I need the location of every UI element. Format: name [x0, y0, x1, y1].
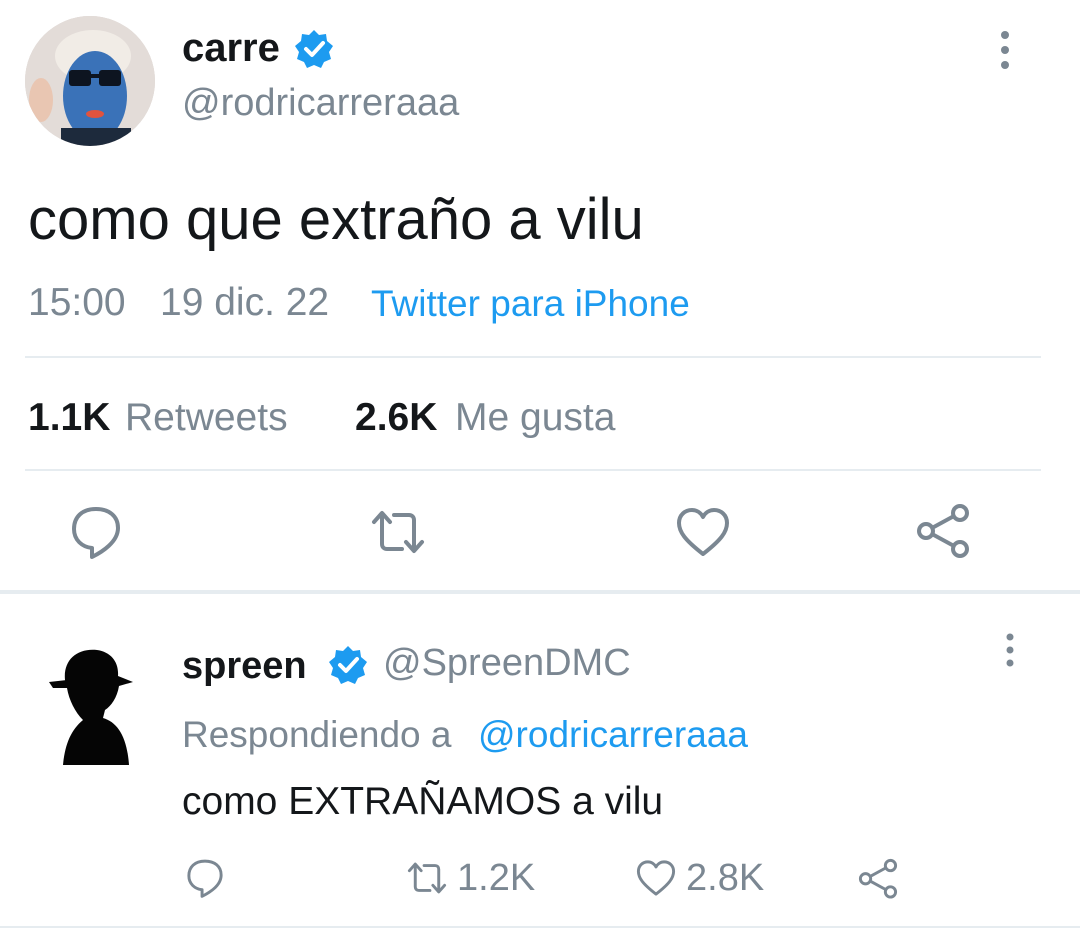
more-options-icon[interactable]: [995, 630, 1025, 670]
reply-retweets-count: 1.2K: [457, 856, 536, 899]
divider: [25, 469, 1041, 471]
retweet-icon[interactable]: [368, 502, 428, 562]
reply-likes-count: 2.8K: [686, 856, 765, 899]
divider: [0, 926, 1080, 928]
section-separator: [0, 590, 1080, 594]
main-avatar[interactable]: [25, 16, 155, 146]
verified-badge-icon: [294, 29, 334, 69]
retweet-icon: [407, 862, 447, 894]
more-options-icon[interactable]: [990, 28, 1020, 72]
likes-label[interactable]: Me gusta: [455, 396, 615, 440]
share-icon[interactable]: [913, 500, 973, 560]
tweet-text: como que extraño a vilu: [28, 187, 644, 252]
reply-display-name[interactable]: spreen: [182, 645, 307, 688]
like-icon: [636, 860, 676, 896]
reply-user-handle[interactable]: @SpreenDMC: [383, 642, 631, 685]
reply-avatar[interactable]: [45, 640, 140, 765]
reply-icon[interactable]: [66, 502, 126, 562]
replying-to-label: Respondiendo a: [182, 714, 452, 755]
verified-badge-icon: [328, 645, 368, 685]
divider: [25, 356, 1041, 358]
tweet-date: 19 dic. 22: [160, 281, 330, 324]
reply-text: como EXTRAÑAMOS a vilu: [182, 780, 664, 823]
replying-to-handle-link[interactable]: @rodricarreraaa: [478, 714, 748, 756]
retweets-label[interactable]: Retweets: [125, 396, 288, 440]
like-icon[interactable]: [673, 502, 733, 562]
retweets-count[interactable]: 1.1K: [28, 396, 110, 440]
display-name[interactable]: carre: [182, 26, 280, 71]
reply-share-button[interactable]: [856, 856, 900, 900]
reply-reply-button[interactable]: [183, 856, 227, 900]
tweet-time: 15:00: [28, 281, 126, 324]
reply-icon: [187, 859, 223, 898]
tweet-source-link[interactable]: Twitter para iPhone: [371, 283, 690, 325]
reply-like-button[interactable]: 2.8K: [634, 856, 764, 900]
user-handle[interactable]: @rodricarreraaa: [182, 82, 459, 125]
reply-retweet-button[interactable]: 1.2K: [405, 856, 535, 900]
share-icon: [858, 858, 898, 899]
likes-count[interactable]: 2.6K: [355, 396, 437, 440]
